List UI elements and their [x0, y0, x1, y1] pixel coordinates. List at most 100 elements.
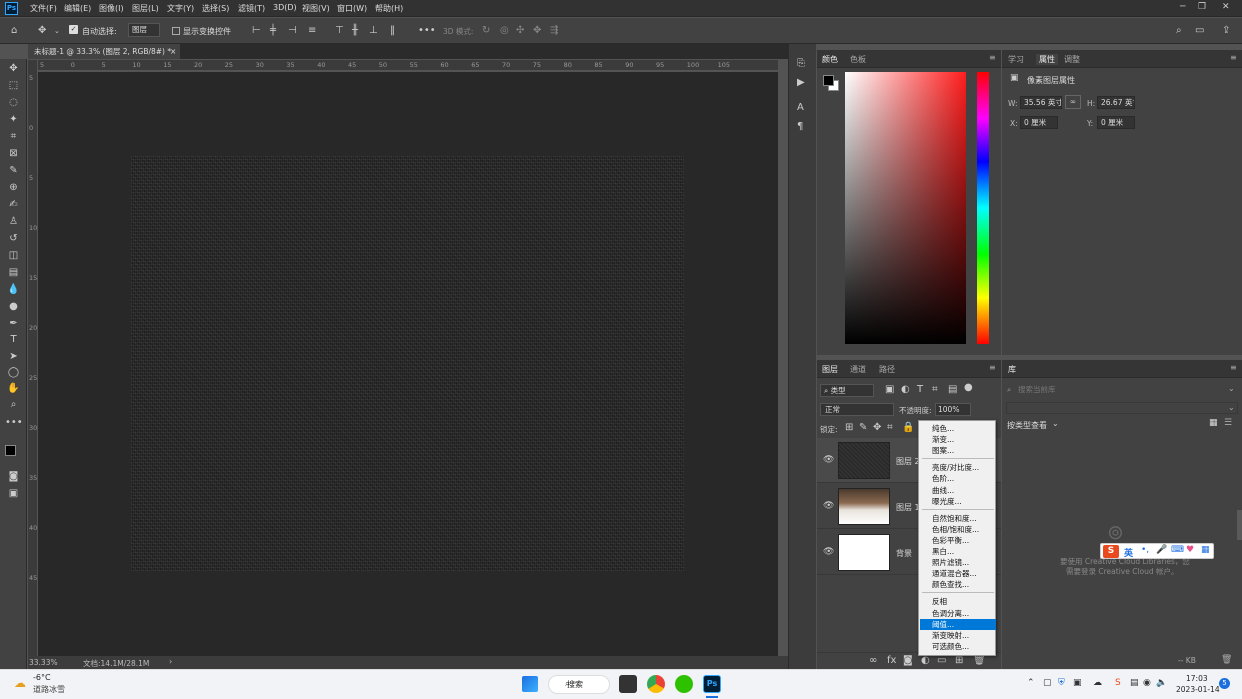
- chevron-down-icon[interactable]: ⌄: [54, 25, 60, 37]
- brush-tool-icon[interactable]: ✍: [5, 197, 22, 212]
- taskbar-search-button[interactable]: 搜索: [548, 675, 610, 694]
- actions-panel-icon[interactable]: ▶: [797, 77, 805, 89]
- align-middle-icon[interactable]: ╫: [352, 25, 358, 37]
- path-select-icon[interactable]: ➤: [5, 349, 22, 364]
- new-layer-icon[interactable]: ⊞: [955, 655, 963, 667]
- add-mask-icon[interactable]: ◙: [903, 655, 913, 667]
- zoom-level[interactable]: 33.33%: [29, 658, 58, 667]
- tray-ime-icon[interactable]: S: [1115, 678, 1121, 688]
- visibility-eye-icon[interactable]: 👁: [823, 501, 834, 511]
- adjustment-menu-item[interactable]: 阈值...: [920, 618, 996, 630]
- adjustment-menu-item[interactable]: 纯色...: [920, 423, 996, 434]
- visibility-eye-icon[interactable]: 👁: [823, 455, 834, 465]
- adjustment-menu-item[interactable]: 照片滤镜...: [920, 557, 996, 568]
- visibility-eye-icon[interactable]: 👁: [823, 547, 834, 557]
- tab-adjustments[interactable]: 调整: [1064, 54, 1080, 65]
- microphone-icon[interactable]: 🎤: [1156, 545, 1167, 555]
- link-icon[interactable]: ∞: [1065, 95, 1081, 109]
- document-tab[interactable]: 未标题-1 @ 33.3% (图层 2, RGB/8#) * ×: [28, 44, 180, 59]
- new-group-icon[interactable]: ▭: [937, 655, 946, 667]
- adjustment-menu-item[interactable]: 渐变...: [920, 434, 996, 445]
- view-by-chevron-icon[interactable]: ⌄: [1052, 419, 1059, 428]
- tab-properties[interactable]: 属性: [1036, 54, 1058, 65]
- panel-menu-icon[interactable]: ≡: [1230, 53, 1237, 62]
- library-search-input[interactable]: 搜索当前库: [1006, 383, 1238, 396]
- tab-color[interactable]: 颜色: [822, 54, 838, 65]
- adjustment-menu-item[interactable]: 图案...: [920, 445, 996, 456]
- more-options-icon[interactable]: •••: [418, 25, 436, 37]
- pen-tool-icon[interactable]: ✒: [5, 316, 22, 331]
- adjustment-menu-item[interactable]: 颜色查找...: [920, 579, 996, 590]
- dodge-tool-icon[interactable]: ●: [5, 299, 22, 314]
- close-tab-icon[interactable]: ×: [170, 44, 176, 59]
- tray-shield-icon[interactable]: ⛨: [1058, 678, 1065, 688]
- lock-transparent-icon[interactable]: ⊞: [845, 422, 853, 434]
- notification-badge[interactable]: 5: [1219, 678, 1230, 689]
- weather-icon[interactable]: ☁: [14, 676, 26, 690]
- menu-file[interactable]: 文件(F): [30, 3, 57, 14]
- skin-icon[interactable]: ♥: [1186, 545, 1194, 555]
- screen-mode-icon[interactable]: ▣: [5, 486, 22, 501]
- filter-pixel-icon[interactable]: ▣: [885, 384, 894, 396]
- delete-library-icon[interactable]: 🗑: [1221, 655, 1232, 665]
- adjustment-menu-item[interactable]: 曲线...: [920, 485, 996, 496]
- filter-smart-object-icon[interactable]: ▤: [948, 384, 957, 396]
- adjustment-menu-item[interactable]: 渐变映射...: [920, 630, 996, 641]
- filter-toggle-icon[interactable]: ●: [964, 382, 973, 394]
- history-panel-icon[interactable]: ⎘: [797, 58, 805, 70]
- list-view-icon[interactable]: ☰: [1224, 418, 1232, 428]
- ime-lang[interactable]: 英: [1124, 546, 1133, 559]
- panel-menu-icon[interactable]: ≡: [989, 363, 996, 372]
- adjustment-menu-item[interactable]: 可选颜色...: [920, 641, 996, 652]
- align-right-icon[interactable]: ⊣: [288, 25, 297, 37]
- lock-position-icon[interactable]: ✥: [873, 422, 881, 434]
- height-field[interactable]: 26.67 英寸: [1097, 96, 1135, 109]
- type-tool-icon[interactable]: T: [5, 332, 22, 347]
- menu-help[interactable]: 帮助(H): [375, 3, 403, 14]
- stamp-tool-icon[interactable]: ♙: [5, 214, 22, 229]
- tray-app-icon[interactable]: ▢: [1043, 678, 1052, 688]
- align-bottom-icon[interactable]: ⊥: [369, 25, 378, 37]
- hand-tool-icon[interactable]: ✋: [5, 381, 22, 396]
- menu-image[interactable]: 图像(I): [99, 3, 124, 14]
- auto-select-dropdown[interactable]: 图层: [128, 23, 160, 37]
- distribute-icon[interactable]: ≡: [308, 25, 316, 37]
- menu-edit[interactable]: 编辑(E): [64, 3, 91, 14]
- adjustment-menu-item[interactable]: 自然饱和度...: [920, 513, 996, 524]
- saturation-value-picker[interactable]: [845, 72, 966, 344]
- eraser-icon[interactable]: ◫: [5, 248, 22, 263]
- view-by-type[interactable]: 按类型查看: [1007, 420, 1047, 431]
- toolbox-icon[interactable]: ▦: [1201, 545, 1210, 555]
- link-layers-icon[interactable]: ∞: [869, 655, 877, 667]
- clock-date[interactable]: 2023-01-14: [1176, 685, 1220, 694]
- healing-brush-icon[interactable]: ⊕: [5, 180, 22, 195]
- auto-select-checkbox[interactable]: ✓: [69, 25, 78, 34]
- adjustment-menu-item[interactable]: 色相/饱和度...: [920, 524, 996, 535]
- close-icon[interactable]: ✕: [1222, 2, 1230, 12]
- task-view-icon[interactable]: [619, 675, 637, 693]
- windows-start-icon[interactable]: [522, 676, 538, 692]
- panel-menu-icon[interactable]: ≡: [989, 53, 996, 62]
- wechat-icon[interactable]: [675, 675, 693, 693]
- photoshop-taskbar-icon[interactable]: Ps: [703, 675, 721, 693]
- frame-tool-icon[interactable]: ⊠: [5, 146, 22, 161]
- edit-toolbar-icon[interactable]: •••: [5, 415, 23, 430]
- tray-cloud-icon[interactable]: ☁: [1093, 678, 1102, 688]
- library-dropdown-chevron-icon[interactable]: ⌄: [1228, 384, 1235, 393]
- crop-tool-icon[interactable]: ⌗: [5, 129, 22, 144]
- layer-filter-dropdown[interactable]: ⌕ 类型: [820, 384, 874, 397]
- menu-layer[interactable]: 图层(L): [132, 3, 159, 14]
- align-top-icon[interactable]: ⊤: [335, 25, 344, 37]
- zoom-tool-icon[interactable]: ⌕: [5, 397, 22, 412]
- filter-type-icon[interactable]: T: [917, 384, 923, 396]
- menu-3d[interactable]: 3D(D): [273, 3, 297, 12]
- 3d-roll-icon[interactable]: ◎: [500, 25, 509, 37]
- align-left-icon[interactable]: ⊢: [252, 25, 261, 37]
- library-select[interactable]: [1006, 402, 1238, 414]
- foreground-color-swatch[interactable]: [5, 445, 16, 456]
- share-icon[interactable]: ⇪: [1222, 25, 1230, 37]
- magic-wand-icon[interactable]: ✦: [5, 112, 22, 127]
- tab-learn[interactable]: 学习: [1008, 54, 1024, 65]
- adjustment-menu-item[interactable]: 反相: [920, 596, 996, 607]
- show-transform-checkbox[interactable]: [172, 27, 180, 35]
